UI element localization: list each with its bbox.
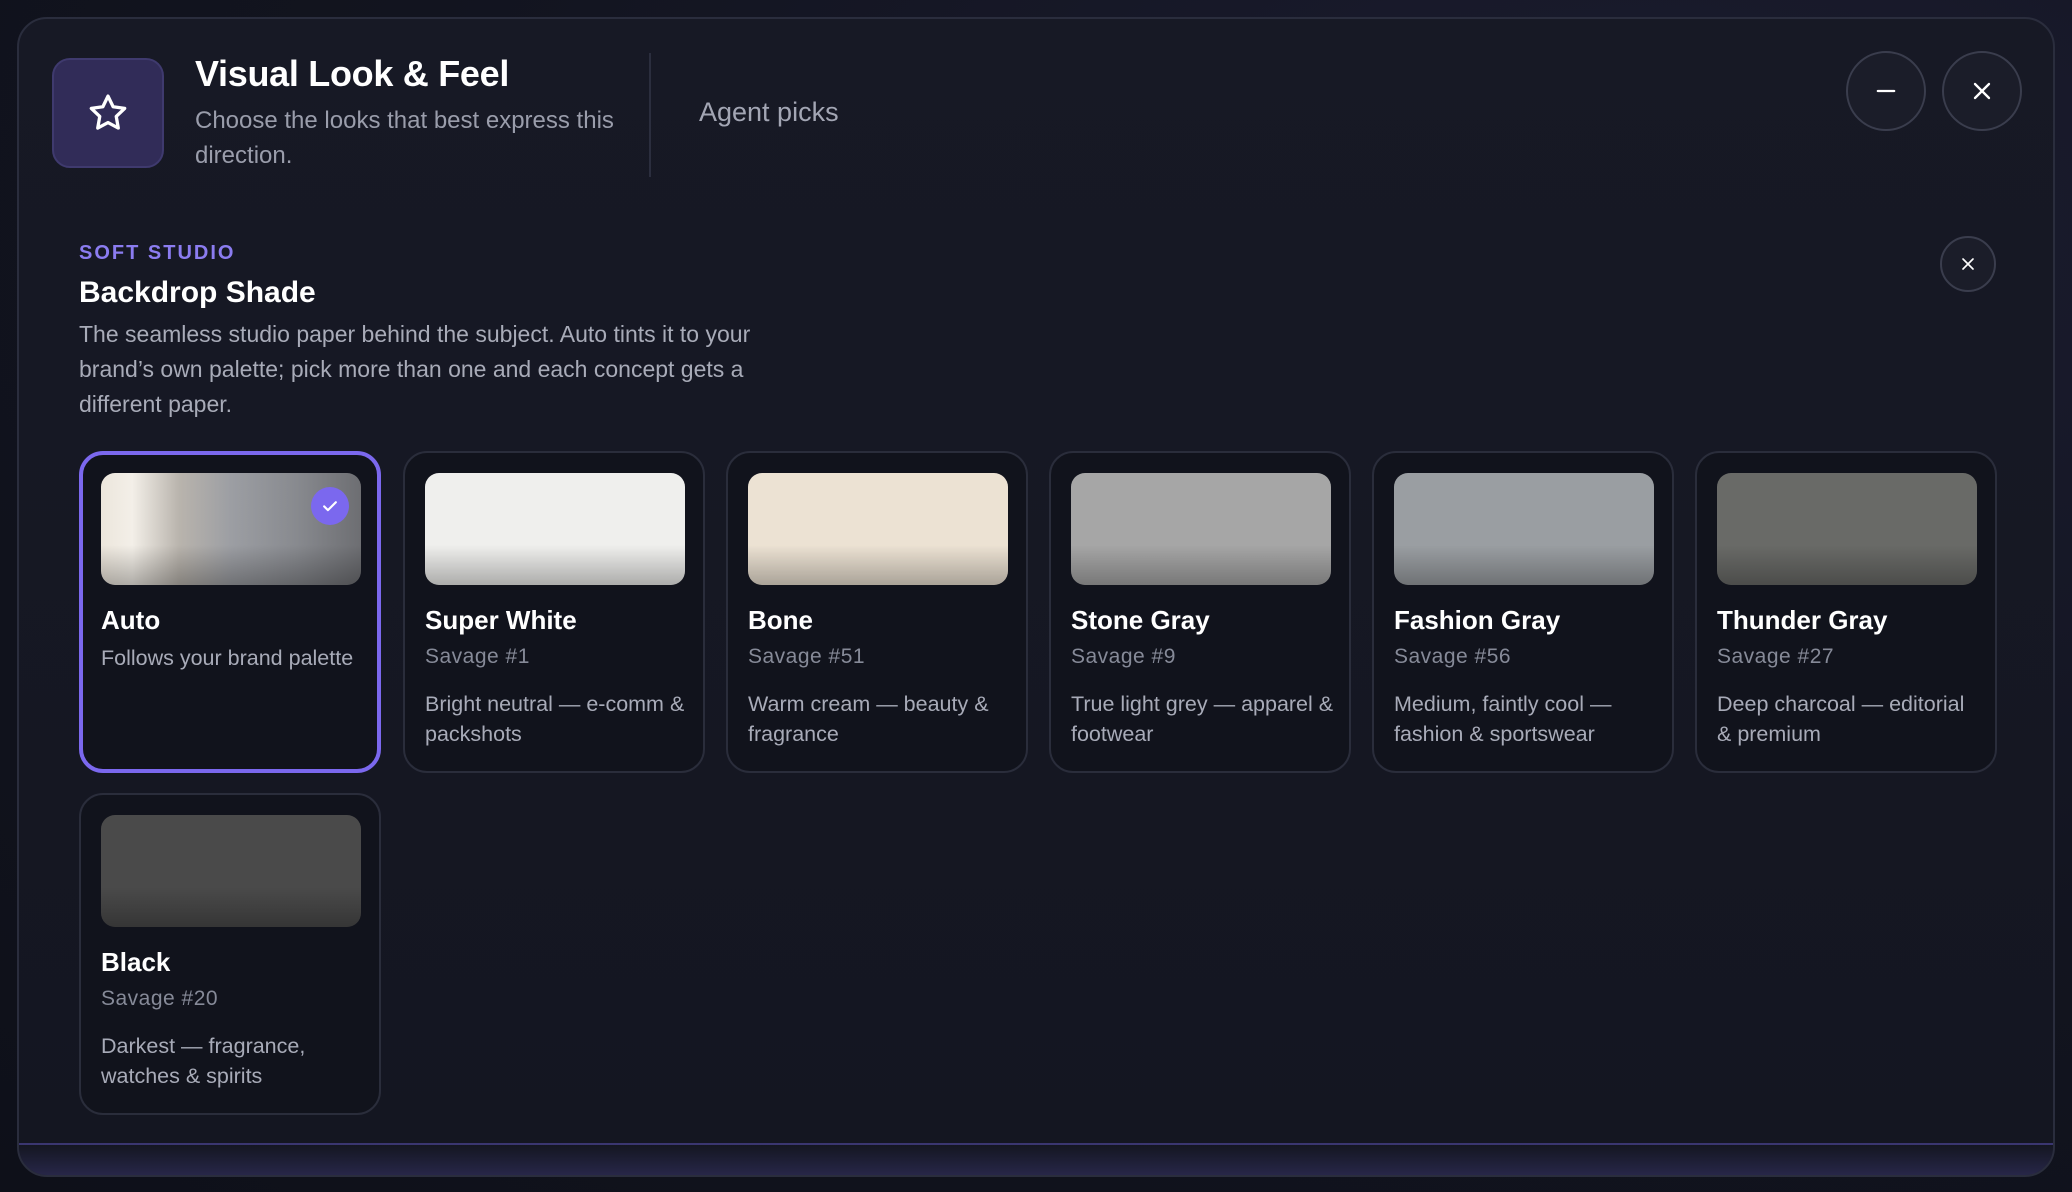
shade-code: Savage #56 [1394, 645, 1512, 668]
shade-code: Savage #20 [101, 987, 219, 1010]
swatch-shadow [1394, 545, 1654, 585]
shade-code: Savage #51 [748, 645, 866, 668]
shade-description: Medium, faintly cool — fashion & sportsw… [1394, 692, 1612, 746]
close-icon [1962, 258, 1974, 270]
section-title: Backdrop Shade [79, 276, 316, 309]
page-title: Visual Look & Feel [195, 53, 510, 94]
shade-name: Fashion Gray [1394, 605, 1561, 635]
header-divider [649, 53, 651, 177]
shade-name: Stone Gray [1071, 605, 1210, 635]
minus-icon [1876, 89, 1896, 93]
shade-description: True light grey — apparel & footwear [1071, 692, 1334, 746]
shade-description: Warm cream — beauty & fragrance [748, 692, 989, 746]
agent-picks-tab[interactable]: Agent picks [699, 97, 839, 128]
shade-swatch [101, 815, 361, 927]
shade-card-black[interactable]: Black Savage #20 Darkest — fragrance, wa… [79, 793, 381, 1115]
section-description: The seamless studio paper behind the sub… [79, 321, 751, 417]
page: Visual Look & Feel Choose the looks that… [0, 0, 2072, 1192]
shade-card-bone[interactable]: Bone Savage #51 Warm cream — beauty & fr… [726, 451, 1028, 773]
section-eyebrow: SOFT STUDIO [79, 242, 236, 264]
shade-name: Auto [101, 605, 161, 635]
shade-description: Darkest — fragrance, watches & spirits [101, 1034, 306, 1088]
shade-code: Savage #9 [1071, 645, 1176, 668]
visual-look-panel: Visual Look & Feel Choose the looks that… [17, 17, 2055, 1177]
bottom-glow [19, 1143, 2053, 1175]
swatch-shadow [748, 545, 1008, 585]
shade-name: Thunder Gray [1717, 605, 1888, 635]
swatch-shadow [425, 545, 685, 585]
shade-name: Bone [748, 605, 813, 635]
check-icon [323, 501, 337, 512]
shade-description: Follows your brand palette [101, 646, 354, 670]
page-subtitle: Choose the looks that best express this … [195, 107, 614, 169]
header-badge [52, 58, 164, 168]
shade-description: Deep charcoal — editorial & premium [1717, 692, 1965, 746]
shade-swatch [1071, 473, 1331, 585]
swatch-shadow [1071, 545, 1331, 585]
shade-name: Black [101, 947, 171, 977]
swatch-shadow [101, 545, 361, 585]
shade-swatch [748, 473, 1008, 585]
shade-code: Savage #27 [1717, 645, 1835, 668]
section-close-button[interactable] [1940, 236, 1996, 292]
minimize-button[interactable] [1846, 51, 1926, 131]
shade-card-auto[interactable]: Auto Follows your brand palette [79, 451, 381, 773]
shade-card-thunder-gray[interactable]: Thunder Gray Savage #27 Deep charcoal — … [1695, 451, 1997, 773]
shade-code: Savage #1 [425, 645, 530, 668]
star-icon [89, 94, 127, 130]
swatch-shadow [101, 887, 361, 927]
shade-card-super-white[interactable]: Super White Savage #1 Bright neutral — e… [403, 451, 705, 773]
close-icon [1973, 82, 1991, 100]
shade-card-stone-gray[interactable]: Stone Gray Savage #9 True light grey — a… [1049, 451, 1351, 773]
shade-swatch [1394, 473, 1654, 585]
shade-card-fashion-gray[interactable]: Fashion Gray Savage #56 Medium, faintly … [1372, 451, 1674, 773]
shade-swatch [101, 473, 361, 585]
selected-check-badge [311, 487, 349, 525]
shade-name: Super White [425, 605, 577, 635]
close-button[interactable] [1942, 51, 2022, 131]
swatch-shadow [1717, 545, 1977, 585]
shade-description: Bright neutral — e-comm & packshots [425, 692, 685, 746]
shade-swatch [1717, 473, 1977, 585]
shade-swatch [425, 473, 685, 585]
